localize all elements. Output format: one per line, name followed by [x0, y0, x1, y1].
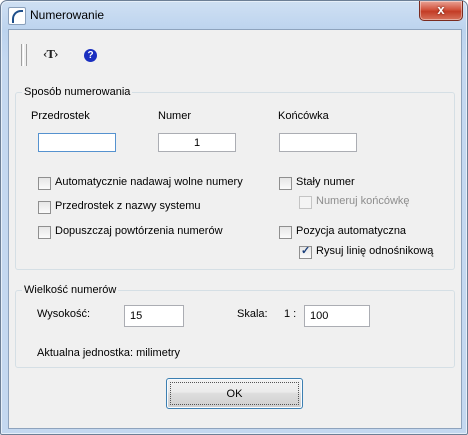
dialog-body: ‹T› ? Sposób numerowania Przedrostek Num…	[8, 29, 462, 429]
scale-label: Skala:	[237, 308, 268, 320]
number-label: Numer	[158, 110, 192, 122]
close-icon: x	[437, 2, 445, 17]
prefix-system-label[interactable]: Przedrostek z nazwy systemu	[55, 200, 201, 212]
fixed-number-label[interactable]: Stały numer	[296, 176, 355, 188]
suffix-label: Końcówka	[278, 110, 329, 122]
scale-prefix: 1 :	[284, 308, 297, 320]
number-suffix-checkbox	[299, 196, 312, 209]
leader-line-checkbox[interactable]	[299, 244, 312, 259]
close-button[interactable]: x	[419, 1, 463, 21]
suffix-input[interactable]	[279, 133, 357, 152]
ok-button[interactable]: OK	[166, 378, 303, 409]
allow-duplicates-label[interactable]: Dopuszczaj powtórzenia numerów	[55, 225, 223, 237]
ok-label: OK	[226, 387, 243, 400]
auto-free-checkbox[interactable]	[38, 177, 51, 190]
number-input[interactable]	[158, 133, 236, 152]
prefix-system-checkbox[interactable]	[38, 201, 51, 214]
title-bar: Numerowanie x	[1, 1, 467, 29]
tag-icon[interactable]: ‹T›	[43, 48, 58, 61]
numbering-dialog: Numerowanie x ‹T› ? Sposób numerowania P…	[0, 0, 468, 435]
number-suffix-label: Numeruj końcówkę	[316, 195, 410, 207]
prefix-label: Przedrostek	[31, 110, 90, 122]
leader-line-label[interactable]: Rysuj linię odnośnikową	[316, 245, 433, 257]
auto-free-label[interactable]: Automatycznie nadawaj wolne numery	[55, 176, 243, 188]
allow-duplicates-checkbox[interactable]	[38, 226, 51, 239]
window-title: Numerowanie	[30, 8, 105, 22]
prefix-input[interactable]	[38, 133, 116, 152]
height-input[interactable]	[124, 305, 184, 327]
app-icon	[8, 7, 26, 25]
size-group-label: Wielkość numerów	[22, 284, 119, 296]
toolbar-handle-icon[interactable]	[21, 44, 27, 66]
unit-text: Aktualna jednostka: milimetry	[37, 347, 181, 359]
fixed-number-checkbox[interactable]	[279, 177, 292, 190]
auto-position-checkbox[interactable]	[279, 226, 292, 239]
scale-input[interactable]	[304, 305, 370, 327]
numbering-group-label: Sposób numerowania	[22, 86, 133, 98]
help-icon[interactable]: ?	[84, 49, 97, 62]
height-label: Wysokość:	[37, 308, 91, 320]
auto-position-label[interactable]: Pozycja automatyczna	[296, 225, 406, 237]
